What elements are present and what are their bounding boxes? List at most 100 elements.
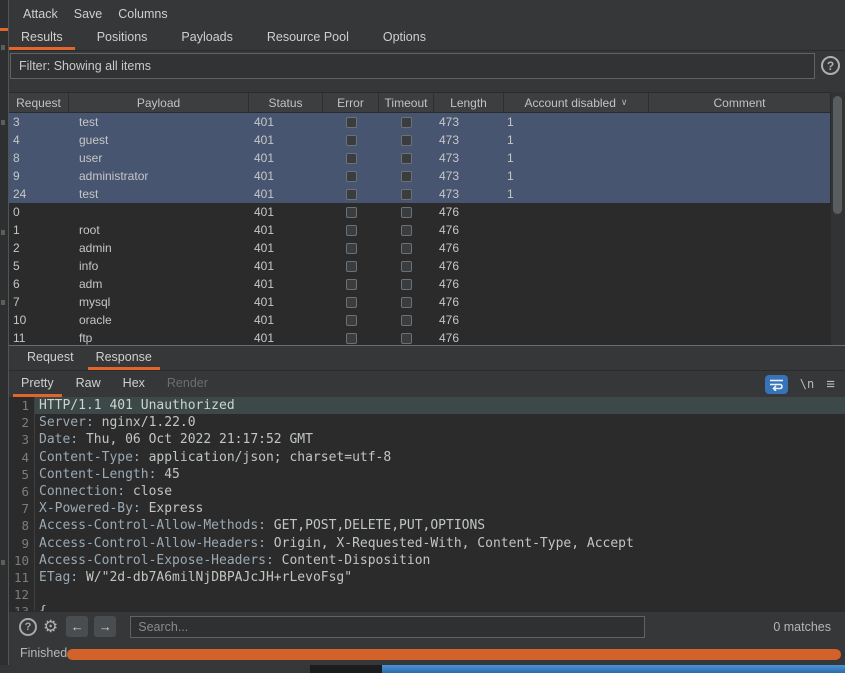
tab-payloads[interactable]: Payloads xyxy=(169,27,244,50)
error-checkbox[interactable] xyxy=(346,207,357,218)
header-value: 45 xyxy=(156,467,179,482)
editor-search-bar: ? ⚙ ← → 0 matches xyxy=(9,611,845,641)
tab-results[interactable]: Results xyxy=(9,27,75,50)
payload-cell: guest xyxy=(69,131,249,149)
column-header-error[interactable]: Error xyxy=(323,93,379,112)
error-checkbox[interactable] xyxy=(346,153,357,164)
tab-response[interactable]: Response xyxy=(88,346,160,370)
error-checkbox[interactable] xyxy=(346,333,357,344)
search-next-button[interactable]: → xyxy=(94,616,116,637)
error-checkbox[interactable] xyxy=(346,297,357,308)
table-row[interactable]: 9administrator4014731 xyxy=(9,167,830,185)
comment-cell xyxy=(649,149,830,167)
table-row[interactable]: 4guest4014731 xyxy=(9,131,830,149)
table-row[interactable]: 8user4014731 xyxy=(9,149,830,167)
response-editor[interactable]: 1HTTP/1.1 401 Unauthorized2Server: nginx… xyxy=(9,397,845,611)
tab-options[interactable]: Options xyxy=(371,27,438,50)
attack-progress-fill xyxy=(67,649,841,660)
tab-request[interactable]: Request xyxy=(19,346,82,370)
timeout-checkbox[interactable] xyxy=(401,189,412,200)
table-row[interactable]: 11ftp401476 xyxy=(9,329,830,345)
error-checkbox[interactable] xyxy=(346,261,357,272)
column-header-timeout[interactable]: Timeout xyxy=(379,93,434,112)
timeout-checkbox[interactable] xyxy=(401,261,412,272)
timeout-checkbox[interactable] xyxy=(401,207,412,218)
timeout-checkbox[interactable] xyxy=(401,153,412,164)
status-cell: 401 xyxy=(249,185,323,203)
table-row[interactable]: 10oracle401476 xyxy=(9,311,830,329)
menu-columns[interactable]: Columns xyxy=(110,3,175,25)
header-value: Express xyxy=(141,501,204,516)
background-browser-titlebar xyxy=(382,665,845,673)
status-cell: 401 xyxy=(249,257,323,275)
table-row[interactable]: 5info401476 xyxy=(9,257,830,275)
results-scrollbar[interactable] xyxy=(830,92,845,345)
length-cell: 476 xyxy=(434,275,504,293)
timeout-checkbox[interactable] xyxy=(401,279,412,290)
background-window-left-edge xyxy=(0,0,8,665)
timeout-checkbox[interactable] xyxy=(401,243,412,254)
search-input[interactable] xyxy=(130,616,645,638)
error-checkbox[interactable] xyxy=(346,279,357,290)
column-header-status[interactable]: Status xyxy=(249,93,323,112)
newline-chars-icon[interactable]: \n xyxy=(800,377,814,391)
table-row[interactable]: 0401476 xyxy=(9,203,830,221)
timeout-checkbox[interactable] xyxy=(401,171,412,182)
header-value: nginx/1.22.0 xyxy=(94,415,196,430)
table-row[interactable]: 7mysql401476 xyxy=(9,293,830,311)
comment-cell xyxy=(649,113,830,131)
menu-save[interactable]: Save xyxy=(66,3,111,25)
editor-menu-icon[interactable]: ≡ xyxy=(826,377,835,392)
column-header-length[interactable]: Length xyxy=(434,93,504,112)
tab-hex[interactable]: Hex xyxy=(115,371,153,397)
tab-positions[interactable]: Positions xyxy=(85,27,160,50)
error-checkbox[interactable] xyxy=(346,117,357,128)
error-checkbox[interactable] xyxy=(346,189,357,200)
response-line: 2 Server: nginx/1.22.0 xyxy=(9,414,845,431)
error-checkbox[interactable] xyxy=(346,135,357,146)
wrap-lines-icon[interactable] xyxy=(765,375,788,394)
attack-progress-bar xyxy=(67,649,841,660)
error-checkbox[interactable] xyxy=(346,171,357,182)
menu-attack[interactable]: Attack xyxy=(15,3,66,25)
search-prev-button[interactable]: ← xyxy=(66,616,88,637)
filter-help-icon[interactable]: ? xyxy=(821,56,840,75)
table-row[interactable]: 1root401476 xyxy=(9,221,830,239)
request-cell: 6 xyxy=(9,275,69,293)
header-value: application/json; charset=utf-8 xyxy=(141,450,391,465)
request-cell: 5 xyxy=(9,257,69,275)
search-help-icon[interactable]: ? xyxy=(19,618,37,636)
payload-cell: mysql xyxy=(69,293,249,311)
error-checkbox[interactable] xyxy=(346,315,357,326)
header-name: Server: xyxy=(39,415,94,430)
tab-pretty[interactable]: Pretty xyxy=(13,371,62,397)
timeout-checkbox[interactable] xyxy=(401,297,412,308)
status-cell: 401 xyxy=(249,149,323,167)
line-number: 2 xyxy=(9,414,35,431)
search-settings-gear-icon[interactable]: ⚙ xyxy=(43,617,58,637)
column-header-comment[interactable]: Comment xyxy=(649,93,830,112)
comment-cell xyxy=(649,239,830,257)
table-row[interactable]: 3test4014731 xyxy=(9,113,830,131)
timeout-checkbox[interactable] xyxy=(401,333,412,344)
table-row[interactable]: 6adm401476 xyxy=(9,275,830,293)
column-header-request[interactable]: Request xyxy=(9,93,69,112)
table-row[interactable]: 2admin401476 xyxy=(9,239,830,257)
timeout-checkbox[interactable] xyxy=(401,225,412,236)
header-value: Origin, X-Requested-With, Content-Type, … xyxy=(266,536,634,551)
error-checkbox[interactable] xyxy=(346,225,357,236)
timeout-checkbox[interactable] xyxy=(401,117,412,128)
column-header-payload[interactable]: Payload xyxy=(69,93,249,112)
results-scrollbar-thumb[interactable] xyxy=(833,96,842,214)
column-header-account-disabled[interactable]: Account disabled∨ xyxy=(504,93,649,112)
header-value: { xyxy=(39,604,47,611)
length-cell: 473 xyxy=(434,167,504,185)
timeout-checkbox[interactable] xyxy=(401,315,412,326)
tab-raw[interactable]: Raw xyxy=(68,371,109,397)
error-checkbox[interactable] xyxy=(346,243,357,254)
response-line: 3Date: Thu, 06 Oct 2022 21:17:52 GMT xyxy=(9,431,845,448)
tab-resource-pool[interactable]: Resource Pool xyxy=(255,27,361,50)
table-row[interactable]: 24test4014731 xyxy=(9,185,830,203)
timeout-checkbox[interactable] xyxy=(401,135,412,146)
filter-bar[interactable]: Filter: Showing all items xyxy=(10,53,815,79)
